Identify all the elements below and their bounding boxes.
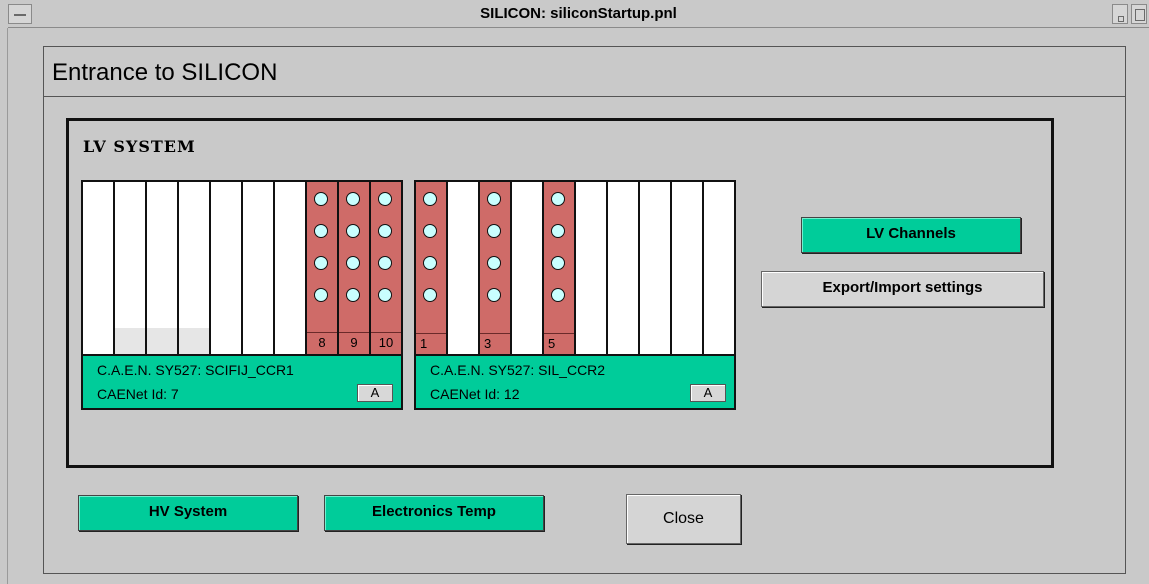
page-title: Entrance to SILICON [52, 59, 278, 86]
channel-led-icon[interactable] [314, 224, 328, 238]
channel-led-icon[interactable] [423, 256, 437, 270]
crate-info-bar: C.A.E.N. SY527: SCIFIJ_CCR1 CAENet Id: 7… [83, 354, 401, 408]
channel-led-icon[interactable] [378, 256, 392, 270]
window-titlebar[interactable]: SILICON: siliconStartup.pnl [8, 0, 1149, 28]
channel-led-icon[interactable] [423, 288, 437, 302]
crate-slot-empty [608, 182, 640, 354]
channel-led-icon[interactable] [551, 288, 565, 302]
crate-slot-gap [147, 328, 179, 354]
crate-info-bar: C.A.E.N. SY527: SIL_CCR2 CAENet Id: 12 A [416, 354, 734, 408]
crate-slot-empty [640, 182, 672, 354]
crate-slot-empty [275, 182, 307, 354]
crate-sil-ccr2: 1 3 5 C.A.E.N. SY527: SIL_CCR2 CAENet Id… [414, 180, 736, 410]
crate-caenet-id: CAENet Id: 12 [430, 386, 520, 402]
channel-led-icon[interactable] [551, 256, 565, 270]
crate-slot-gap [179, 328, 211, 354]
crate-slot-empty [243, 182, 275, 354]
crate-slot-10[interactable]: 10 [371, 182, 401, 354]
channel-led-icon[interactable] [314, 288, 328, 302]
channel-led-icon[interactable] [487, 224, 501, 238]
crate-slot-empty [704, 182, 734, 354]
channel-led-icon[interactable] [314, 256, 328, 270]
slot-label: 3 [480, 333, 510, 353]
window-left-edge [0, 28, 8, 584]
crate-slot-3[interactable]: 3 [480, 182, 512, 354]
crate-slot-empty [672, 182, 704, 354]
channel-led-icon[interactable] [423, 224, 437, 238]
crate-slot-1[interactable]: 1 [416, 182, 448, 354]
channel-led-icon[interactable] [487, 192, 501, 206]
crate-caenet-id: CAENet Id: 7 [97, 386, 179, 402]
crate-a-button[interactable]: A [690, 384, 726, 402]
header-bar: Entrance to SILICON [44, 47, 1125, 97]
crate-slot-5[interactable]: 5 [544, 182, 576, 354]
close-button[interactable]: Close [626, 494, 741, 544]
hv-system-button[interactable]: HV System [78, 495, 298, 531]
channel-led-icon[interactable] [346, 192, 360, 206]
channel-led-icon[interactable] [378, 192, 392, 206]
channel-led-icon[interactable] [487, 288, 501, 302]
slot-label: 9 [339, 332, 369, 353]
channel-led-icon[interactable] [551, 224, 565, 238]
crate-slot-empty [448, 182, 480, 354]
crate-slot-empty [83, 182, 115, 354]
lv-system-title: LV SYSTEM [83, 137, 196, 156]
channel-led-icon[interactable] [346, 288, 360, 302]
slot-label: 5 [544, 333, 574, 353]
slot-label: 1 [416, 333, 446, 353]
crate-a-button[interactable]: A [357, 384, 393, 402]
slot-label: 8 [307, 332, 337, 353]
crate-name: C.A.E.N. SY527: SCIFIJ_CCR1 [97, 362, 294, 378]
crate-slot-empty [211, 182, 243, 354]
lv-channels-button[interactable]: LV Channels [801, 217, 1021, 253]
crate-slot-8[interactable]: 8 [307, 182, 339, 354]
electronics-temp-button[interactable]: Electronics Temp [324, 495, 544, 531]
channel-led-icon[interactable] [346, 256, 360, 270]
crate-slot-gap [115, 328, 147, 354]
crate-slot-empty [512, 182, 544, 354]
maximize-icon[interactable] [1131, 4, 1147, 24]
channel-led-icon[interactable] [346, 224, 360, 238]
channel-led-icon[interactable] [378, 224, 392, 238]
crate-slot-empty [576, 182, 608, 354]
window-title: SILICON: siliconStartup.pnl [480, 5, 677, 22]
crate-name: C.A.E.N. SY527: SIL_CCR2 [430, 362, 606, 378]
channel-led-icon[interactable] [378, 288, 392, 302]
channel-led-icon[interactable] [551, 192, 565, 206]
channel-led-icon[interactable] [487, 256, 501, 270]
crate-slot-9[interactable]: 9 [339, 182, 371, 354]
channel-led-icon[interactable] [423, 192, 437, 206]
channel-led-icon[interactable] [314, 192, 328, 206]
export-import-settings-button[interactable]: Export/Import settings [761, 271, 1044, 307]
slot-label: 10 [371, 332, 401, 353]
minimize-icon[interactable] [1112, 4, 1128, 24]
crate-scifij-ccr1: 8 9 10 C.A.E.N. SY527: SCIFIJ_CCR1 CAENe… [81, 180, 403, 410]
